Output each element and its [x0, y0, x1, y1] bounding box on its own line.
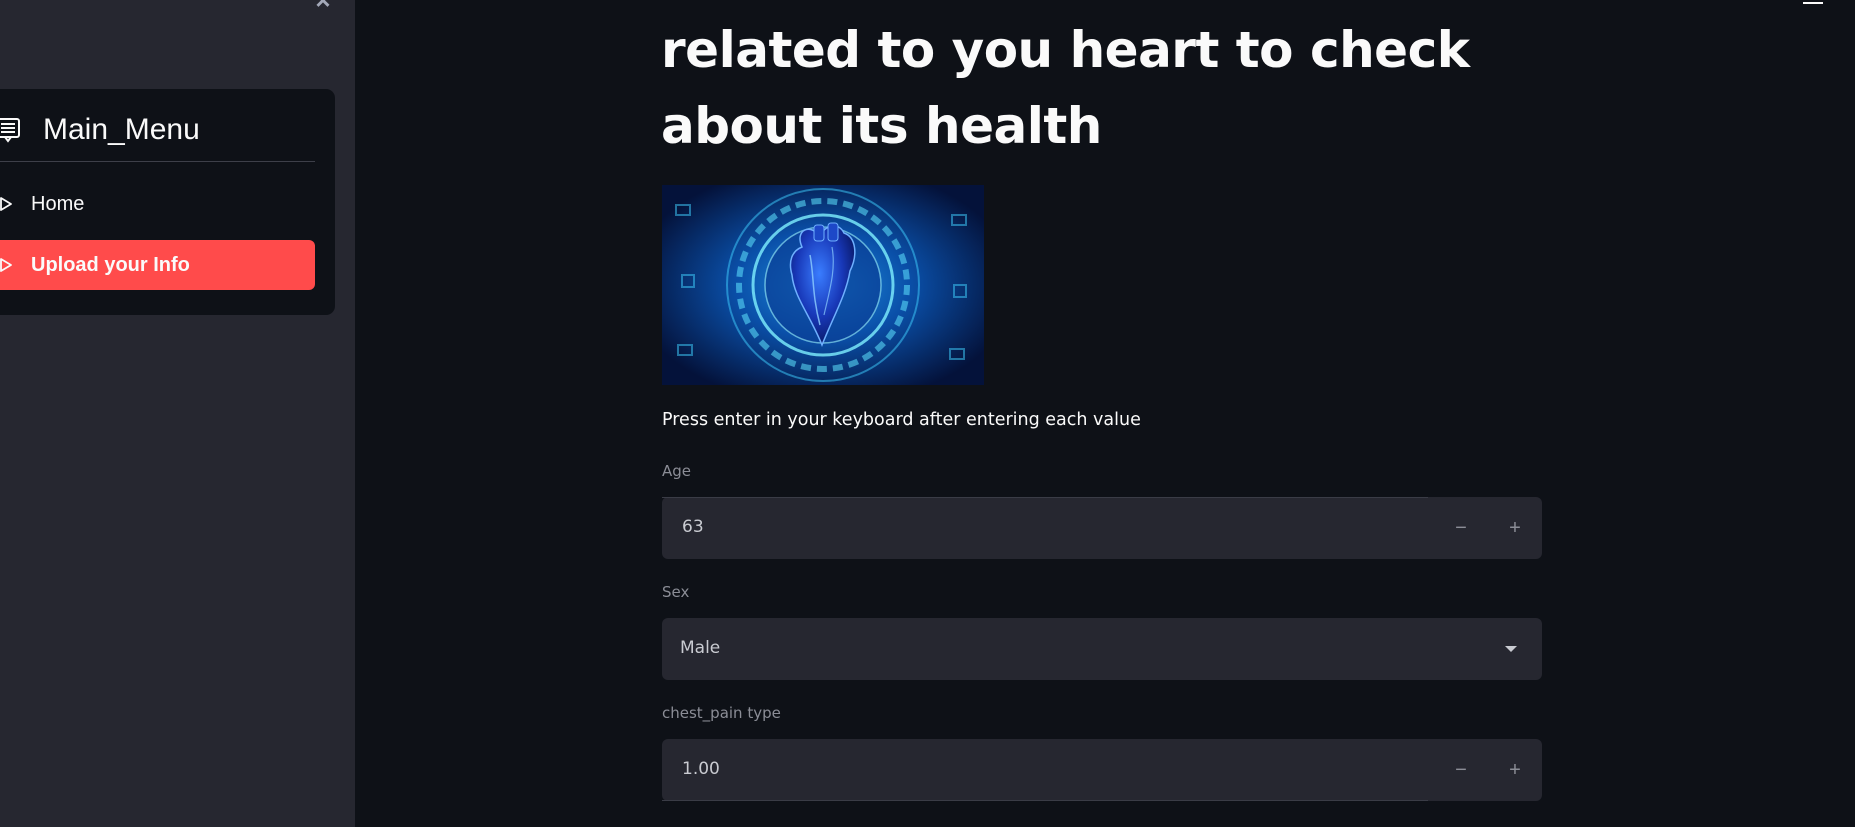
field-border	[662, 800, 1428, 801]
sex-label: Sex	[662, 583, 690, 601]
heart-image	[662, 185, 984, 385]
sidebar-item-home[interactable]: Home	[0, 179, 315, 229]
sidebar-item-upload-info[interactable]: Upload your Info	[0, 240, 315, 290]
chevron-down-icon[interactable]	[1505, 646, 1517, 652]
sidebar-item-label: Upload your Info	[31, 254, 190, 276]
page-title: related to you heart to check about its …	[661, 21, 1470, 155]
chest-pain-number-input[interactable]: 1.00 − +	[662, 739, 1542, 801]
age-label: Age	[662, 462, 692, 480]
instruction-text: Press enter in your keyboard after enter…	[662, 410, 1141, 430]
age-increment-button[interactable]: +	[1488, 497, 1542, 559]
menu-title: Main_Menu	[43, 113, 200, 146]
main-content: related to you heart to check about its …	[355, 0, 1855, 827]
play-outline-icon	[0, 258, 12, 272]
field-border	[662, 497, 1428, 498]
sidebar: × Main_Menu Home Upload your Info	[0, 0, 355, 827]
main-menu: Main_Menu Home Upload your Info	[0, 89, 335, 315]
play-outline-icon	[0, 197, 12, 211]
age-value[interactable]: 63	[682, 517, 704, 537]
age-number-input[interactable]: 63 − +	[662, 497, 1542, 559]
sex-selected-value: Male	[680, 638, 721, 658]
chest-pain-label: chest_pain type	[662, 704, 781, 722]
age-decrement-button[interactable]: −	[1434, 497, 1488, 559]
chest-pain-increment-button[interactable]: +	[1488, 739, 1542, 801]
chest-pain-decrement-button[interactable]: −	[1434, 739, 1488, 801]
app-root: × Main_Menu Home Upload your Info relate…	[0, 0, 1855, 827]
menu-header: Main_Menu	[0, 109, 315, 162]
sex-select[interactable]: Male	[662, 618, 1542, 680]
close-sidebar-icon[interactable]: ×	[311, 0, 335, 14]
list-icon	[0, 118, 20, 143]
chest-pain-value[interactable]: 1.00	[682, 759, 720, 779]
sidebar-item-label: Home	[31, 193, 85, 215]
heart-illustration	[662, 185, 984, 385]
